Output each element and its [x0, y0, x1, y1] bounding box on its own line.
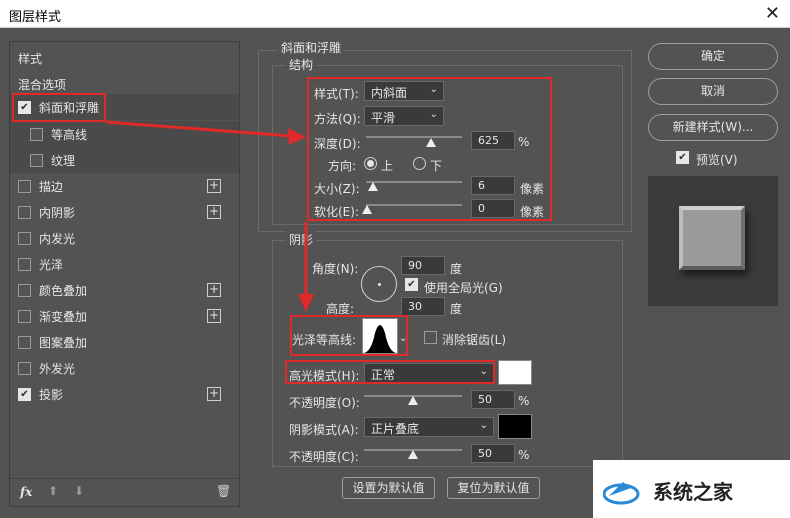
ok-button[interactable]: 确定	[648, 43, 778, 70]
style-preview	[648, 176, 778, 306]
preview-swatch	[679, 206, 745, 270]
logo-icon	[603, 482, 640, 505]
watermark-text: 系统之家	[653, 480, 733, 504]
watermark-logo: 系统之家	[593, 460, 790, 518]
cancel-button[interactable]: 取消	[648, 78, 778, 105]
checkbox-checked-icon[interactable]: ✔	[676, 151, 689, 164]
new-style-button[interactable]: 新建样式(W)...	[648, 114, 778, 141]
preview-label: 预览(V)	[696, 153, 738, 167]
